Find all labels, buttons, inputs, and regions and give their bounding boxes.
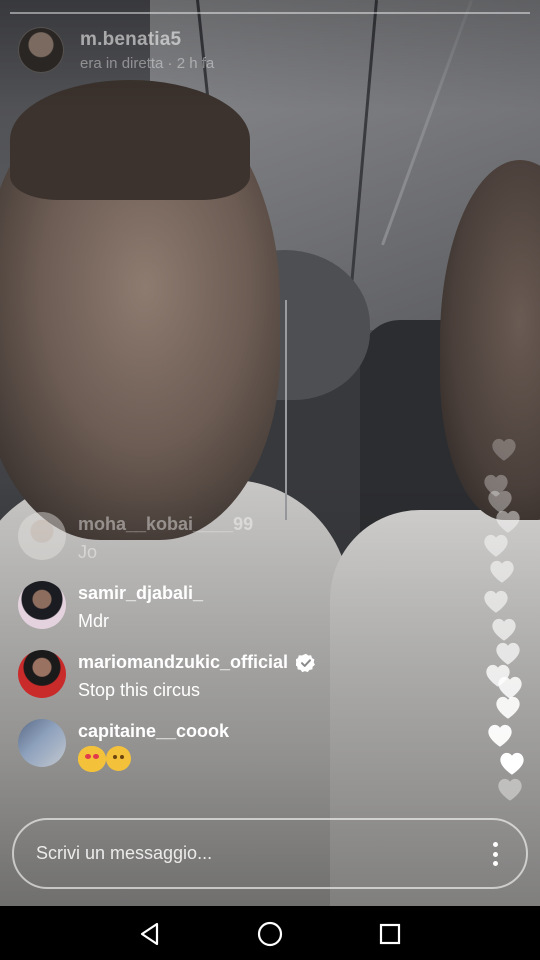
heart-icon bbox=[482, 532, 510, 558]
comment-item[interactable]: mariomandzukic_official Stop this circus bbox=[18, 650, 378, 719]
avatar[interactable] bbox=[18, 512, 66, 560]
dot bbox=[492, 851, 498, 857]
comment-text: Jo bbox=[78, 542, 98, 562]
live-video-screen: m.benatia5 era in diretta · 2 h fa moha_… bbox=[0, 0, 540, 906]
message-input-bar[interactable]: Scrivi un messaggio... bbox=[12, 818, 528, 889]
comment-body: samir_djabali_ Mdr bbox=[78, 583, 203, 632]
heart-icon bbox=[490, 436, 518, 462]
heart-icon bbox=[486, 722, 514, 748]
heart-icon bbox=[482, 588, 510, 614]
dot bbox=[492, 842, 498, 847]
nav-home-icon[interactable] bbox=[256, 920, 284, 948]
progress-bar bbox=[10, 12, 530, 14]
comment-text: Mdr bbox=[78, 611, 109, 631]
header-text: m.benatia5 era in diretta · 2 h fa bbox=[80, 29, 214, 72]
heart-eyes-emoji-icon bbox=[78, 746, 106, 772]
comment-item[interactable]: moha__kobai____99 Jo bbox=[18, 512, 378, 581]
live-header[interactable]: m.benatia5 era in diretta · 2 h fa bbox=[18, 27, 214, 73]
floating-hearts bbox=[480, 430, 540, 810]
comment-body: moha__kobai____99 Jo bbox=[78, 514, 253, 563]
verified-badge-icon bbox=[296, 653, 316, 673]
comment-username[interactable]: moha__kobai____99 bbox=[78, 514, 253, 535]
system-navigation-bar bbox=[0, 906, 540, 960]
heart-icon bbox=[490, 616, 518, 642]
comment-item[interactable]: samir_djabali_ Mdr bbox=[18, 581, 378, 650]
dot bbox=[492, 861, 498, 866]
live-status-text: era in diretta · 2 h fa bbox=[80, 54, 215, 72]
avatar[interactable] bbox=[18, 581, 66, 629]
comment-username[interactable]: capitaine__coook bbox=[78, 721, 229, 742]
comment-emoji-row bbox=[78, 746, 229, 772]
comment-username-row: mariomandzukic_official bbox=[78, 652, 316, 673]
more-vertical-icon[interactable] bbox=[492, 842, 498, 866]
avatar[interactable] bbox=[18, 27, 64, 73]
heart-icon bbox=[494, 694, 522, 720]
comment-username[interactable]: mariomandzukic_official bbox=[78, 652, 288, 673]
comment-item[interactable]: capitaine__coook bbox=[18, 719, 378, 788]
heart-icon bbox=[488, 558, 516, 584]
nav-recents-icon[interactable] bbox=[376, 920, 404, 948]
nav-back-icon[interactable] bbox=[136, 920, 164, 948]
heart-icon bbox=[496, 776, 524, 802]
heart-icon bbox=[498, 750, 526, 776]
comment-username[interactable]: samir_djabali_ bbox=[78, 583, 203, 604]
message-input[interactable]: Scrivi un messaggio... bbox=[36, 843, 212, 864]
comment-text: Stop this circus bbox=[78, 680, 201, 700]
smile-emoji-icon bbox=[106, 746, 131, 771]
comment-list: moha__kobai____99 Jo samir_djabali_ Mdr … bbox=[18, 512, 378, 788]
heart-icon bbox=[494, 508, 522, 534]
avatar[interactable] bbox=[18, 650, 66, 698]
host-username[interactable]: m.benatia5 bbox=[80, 29, 214, 51]
comment-body: capitaine__coook bbox=[78, 721, 229, 772]
comment-body: mariomandzukic_official Stop this circus bbox=[78, 652, 316, 701]
avatar[interactable] bbox=[18, 719, 66, 767]
